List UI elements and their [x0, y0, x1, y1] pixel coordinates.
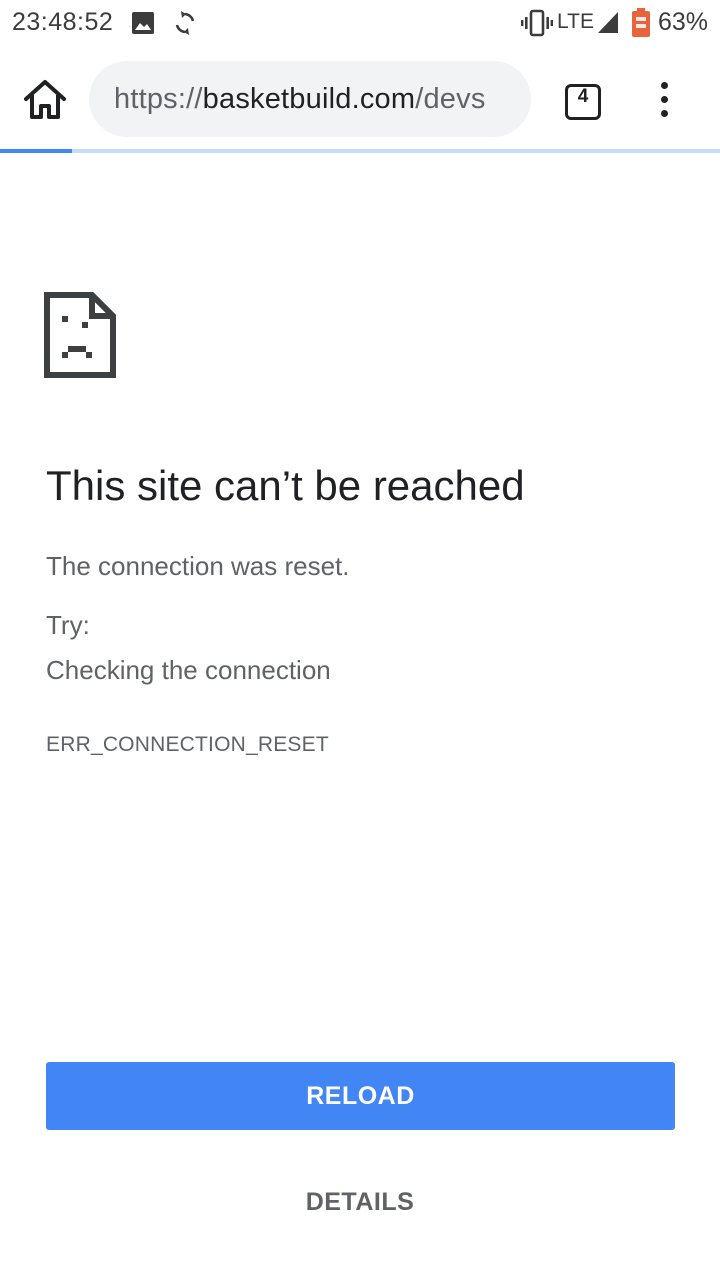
- reload-button[interactable]: RELOAD: [46, 1062, 675, 1130]
- url-scheme: https://: [114, 83, 203, 115]
- url-text[interactable]: https://basketbuild.com/devs: [114, 83, 486, 116]
- network-type: LTE: [557, 10, 594, 33]
- error-title: This site can’t be reached: [46, 462, 525, 509]
- url-path: /devs: [415, 83, 486, 115]
- battery-percent: 63%: [658, 8, 709, 36]
- address-bar[interactable]: https://basketbuild.com/devs: [89, 61, 531, 137]
- try-label: Try:: [46, 610, 90, 640]
- sync-icon: [175, 11, 195, 35]
- more-vert-icon[interactable]: [651, 80, 679, 120]
- error-code: ERR_CONNECTION_RESET: [46, 733, 329, 756]
- url-host: basketbuild.com: [202, 83, 416, 115]
- suggestion-item: Checking the connection: [46, 655, 331, 685]
- vibrate-icon: [521, 9, 553, 37]
- home-icon[interactable]: [22, 78, 68, 122]
- tab-switcher-button[interactable]: 4: [563, 83, 601, 120]
- error-description: The connection was reset.: [46, 551, 350, 581]
- status-bar: 23:48:52 LTE 63%: [0, 0, 720, 48]
- battery-icon: [632, 8, 650, 37]
- page-load-progress: [0, 149, 720, 153]
- signal-icon: [598, 12, 618, 33]
- progress-fill: [0, 149, 72, 153]
- details-button[interactable]: DETAILS: [260, 1172, 460, 1232]
- browser-toolbar: https://basketbuild.com/devs 4: [0, 50, 720, 148]
- sad-page-icon: [44, 292, 116, 378]
- tab-count: 4: [577, 86, 589, 107]
- status-time: 23:48:52: [12, 8, 114, 36]
- image-icon: [132, 12, 154, 34]
